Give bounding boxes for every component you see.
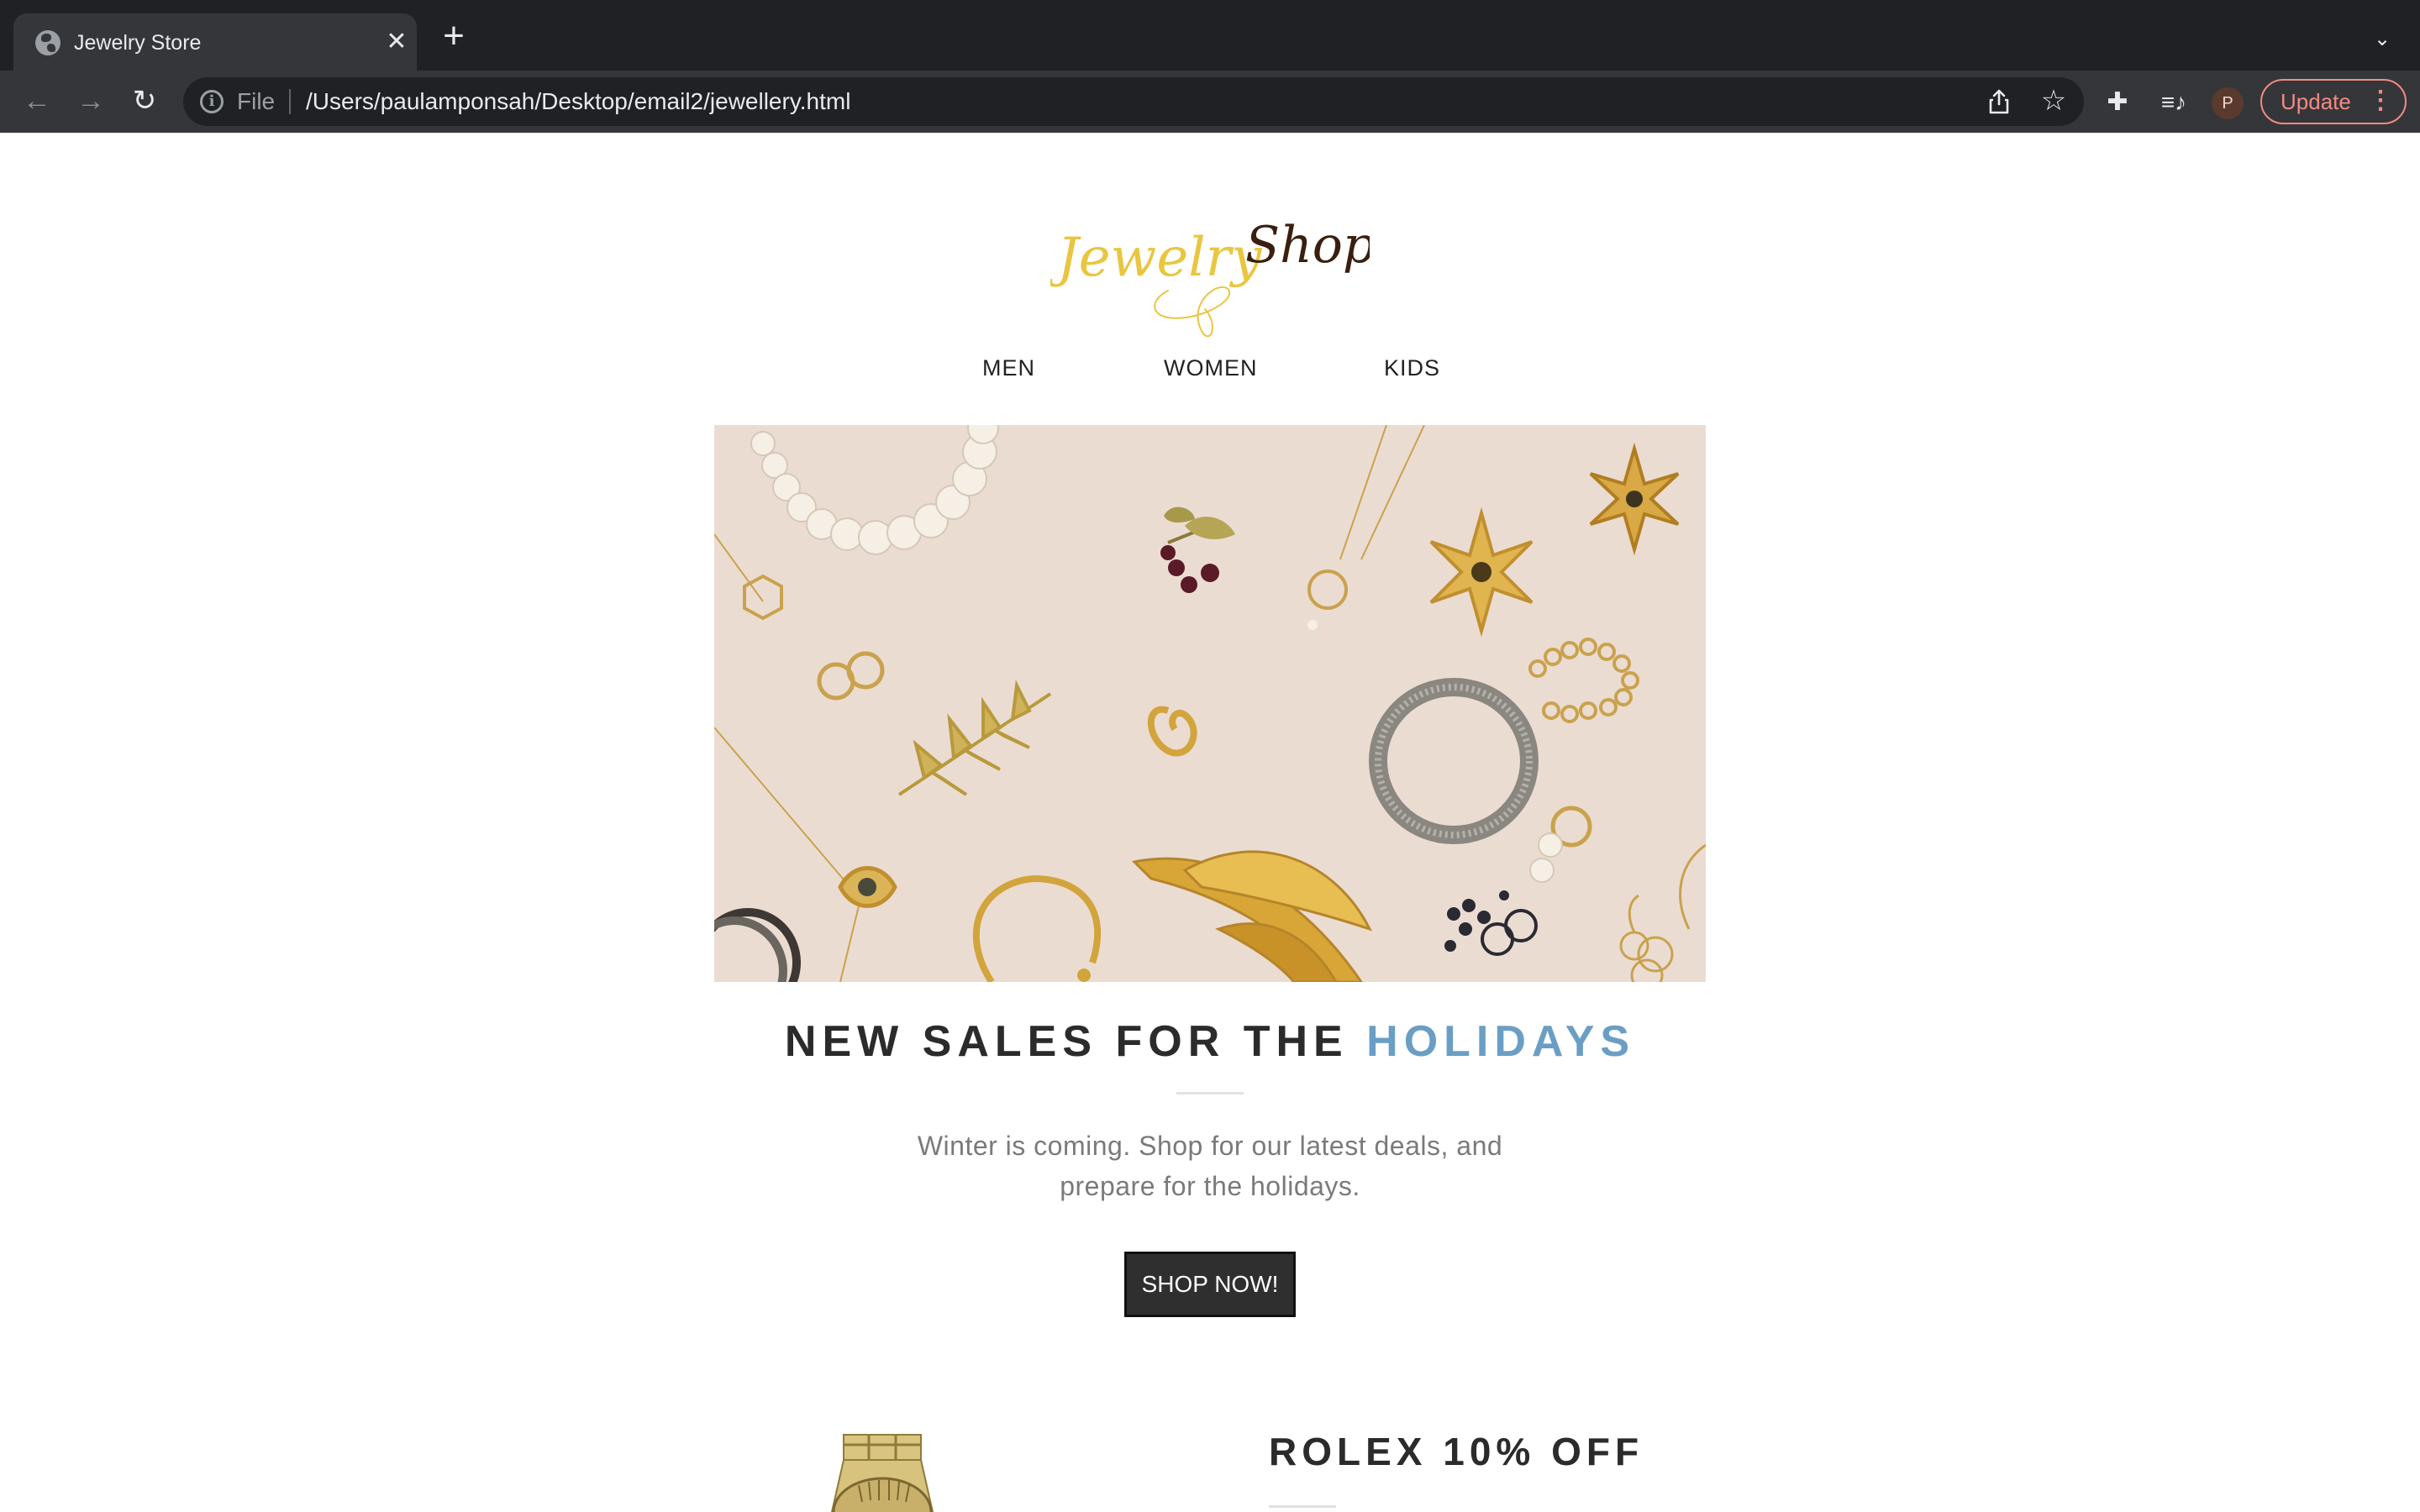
back-button[interactable]: ← [18,82,55,119]
address-bar[interactable]: i File /Users/paulamponsah/Desktop/email… [183,77,2084,126]
rolex-watch-image [830,1434,934,1512]
promo-title: ROLEX 10% OFF [1269,1430,1644,1473]
reload-button[interactable]: ↻ [126,82,163,119]
close-icon[interactable]: ✕ [383,29,410,55]
forward-button[interactable]: → [72,82,109,119]
profile-avatar[interactable]: P [2212,87,2244,119]
chevron-down-icon[interactable]: ⌄ [2368,25,2396,54]
nav-link-kids[interactable]: KIDS [1384,351,1440,385]
logo-text-jewelry: Jewelry [1050,227,1262,289]
sale-subtext: Winter is coming. Shop for our latest de… [917,1131,1503,1201]
new-tab-button[interactable]: + [437,18,471,55]
browser-toolbar: ← → ↻ i File /Users/paulamponsah/Desktop… [0,71,2420,133]
url-text[interactable]: /Users/paulamponsah/Desktop/email2/jewel… [306,87,850,116]
sale-headline: NEW SALES FOR THE HOLIDAYS [0,1015,2420,1068]
nav-link-women[interactable]: WOMEN [1164,351,1257,385]
headline-main: NEW SALES FOR THE [784,1017,1367,1066]
omnibox-divider [289,89,291,114]
bookmark-star-icon[interactable]: ☆ [2037,84,2070,118]
tab-title: Jewelry Store [74,31,202,55]
update-label: Update [2281,89,2351,114]
page-content: Jewelry Shop MEN WOMEN KIDS NEW SALES FO… [0,133,2420,1512]
globe-icon [35,30,60,55]
media-controls-icon[interactable]: ≡♪ [2156,86,2191,119]
promo-divider [1269,1505,1336,1508]
hero-jewelry-image [714,425,1706,982]
logo-text-shop: Shop [1245,216,1370,275]
extensions-puzzle-icon[interactable]: ✚ [2101,86,2134,119]
share-icon[interactable] [1985,87,2013,116]
nav-link-men[interactable]: MEN [982,351,1035,385]
menu-dots-icon[interactable]: ⋮ [2368,81,2393,121]
jewelry-shop-logo: Jewelry Shop [1050,216,1370,338]
shop-now-button[interactable]: SHOP NOW! [1124,1252,1296,1317]
url-scheme: File [237,88,276,114]
main-nav: MEN WOMEN KIDS [0,351,2420,385]
update-button[interactable]: Update ⋮ [2260,79,2407,124]
headline-accent: HOLIDAYS [1366,1017,1636,1066]
browser-chrome: Jewelry Store ✕ + ⌄ ← → ↻ i File /Users/… [0,0,2420,133]
info-icon[interactable]: i [200,90,224,113]
tab-strip: Jewelry Store ✕ + ⌄ [0,0,2420,71]
tab-jewelry-store[interactable]: Jewelry Store ✕ [13,13,417,71]
divider-rule [1176,1092,1244,1095]
